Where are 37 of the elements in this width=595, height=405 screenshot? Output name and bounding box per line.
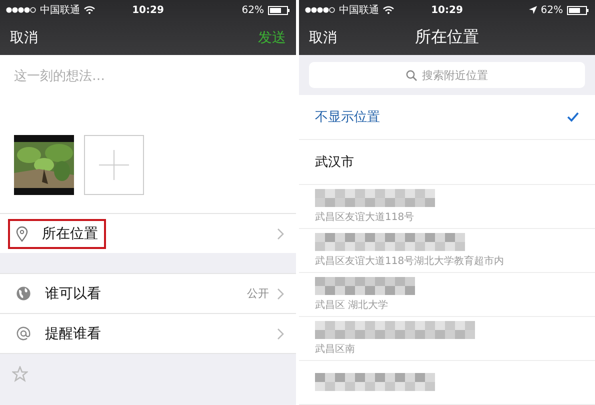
wifi-icon	[84, 6, 95, 14]
checkmark-icon	[567, 112, 579, 122]
place-address: 武昌区友谊大道118号	[315, 210, 416, 224]
battery-percent: 62%	[540, 4, 563, 16]
send-button[interactable]: 发送	[258, 28, 286, 46]
chevron-icon	[277, 228, 284, 240]
place-address: 武昌区友谊大道118号湖北大学教育超市内	[315, 254, 506, 268]
status-time: 10:29	[132, 4, 164, 16]
globe-icon	[16, 286, 31, 301]
location-option[interactable]: 不显示位置	[299, 95, 595, 140]
row-label: 提醒谁看	[45, 324, 101, 342]
at-sign-icon	[16, 326, 31, 341]
screen-title: 所在位置	[415, 27, 479, 48]
wifi-icon	[383, 6, 394, 14]
search-icon	[406, 70, 417, 80]
chevron-icon	[277, 328, 284, 340]
location-option[interactable]: 武汉市	[299, 140, 595, 185]
battery-icon	[268, 6, 290, 14]
row-label: 所在位置	[42, 224, 98, 242]
cancel-button[interactable]: 取消	[10, 28, 38, 46]
row-label: 谁可以看	[45, 284, 101, 302]
row-value: 公开	[247, 286, 269, 301]
place-address: 武昌区 湖北大学	[315, 298, 390, 312]
add-photo-button[interactable]	[84, 135, 144, 195]
carrier-name: 中国联通	[40, 4, 80, 17]
status-time: 10:29	[431, 4, 463, 16]
battery-percent: 62%	[242, 4, 264, 16]
chevron-icon	[277, 288, 284, 300]
cancel-button[interactable]: 取消	[309, 28, 337, 46]
star-icon	[12, 366, 28, 382]
battery-icon	[567, 6, 589, 14]
carrier-name: 中国联通	[339, 4, 379, 17]
signal-icon	[6, 7, 36, 13]
location-pin-icon	[16, 226, 28, 242]
place-address: 武昌区南	[315, 342, 356, 356]
plus-icon	[99, 150, 129, 180]
signal-icon	[305, 7, 335, 13]
